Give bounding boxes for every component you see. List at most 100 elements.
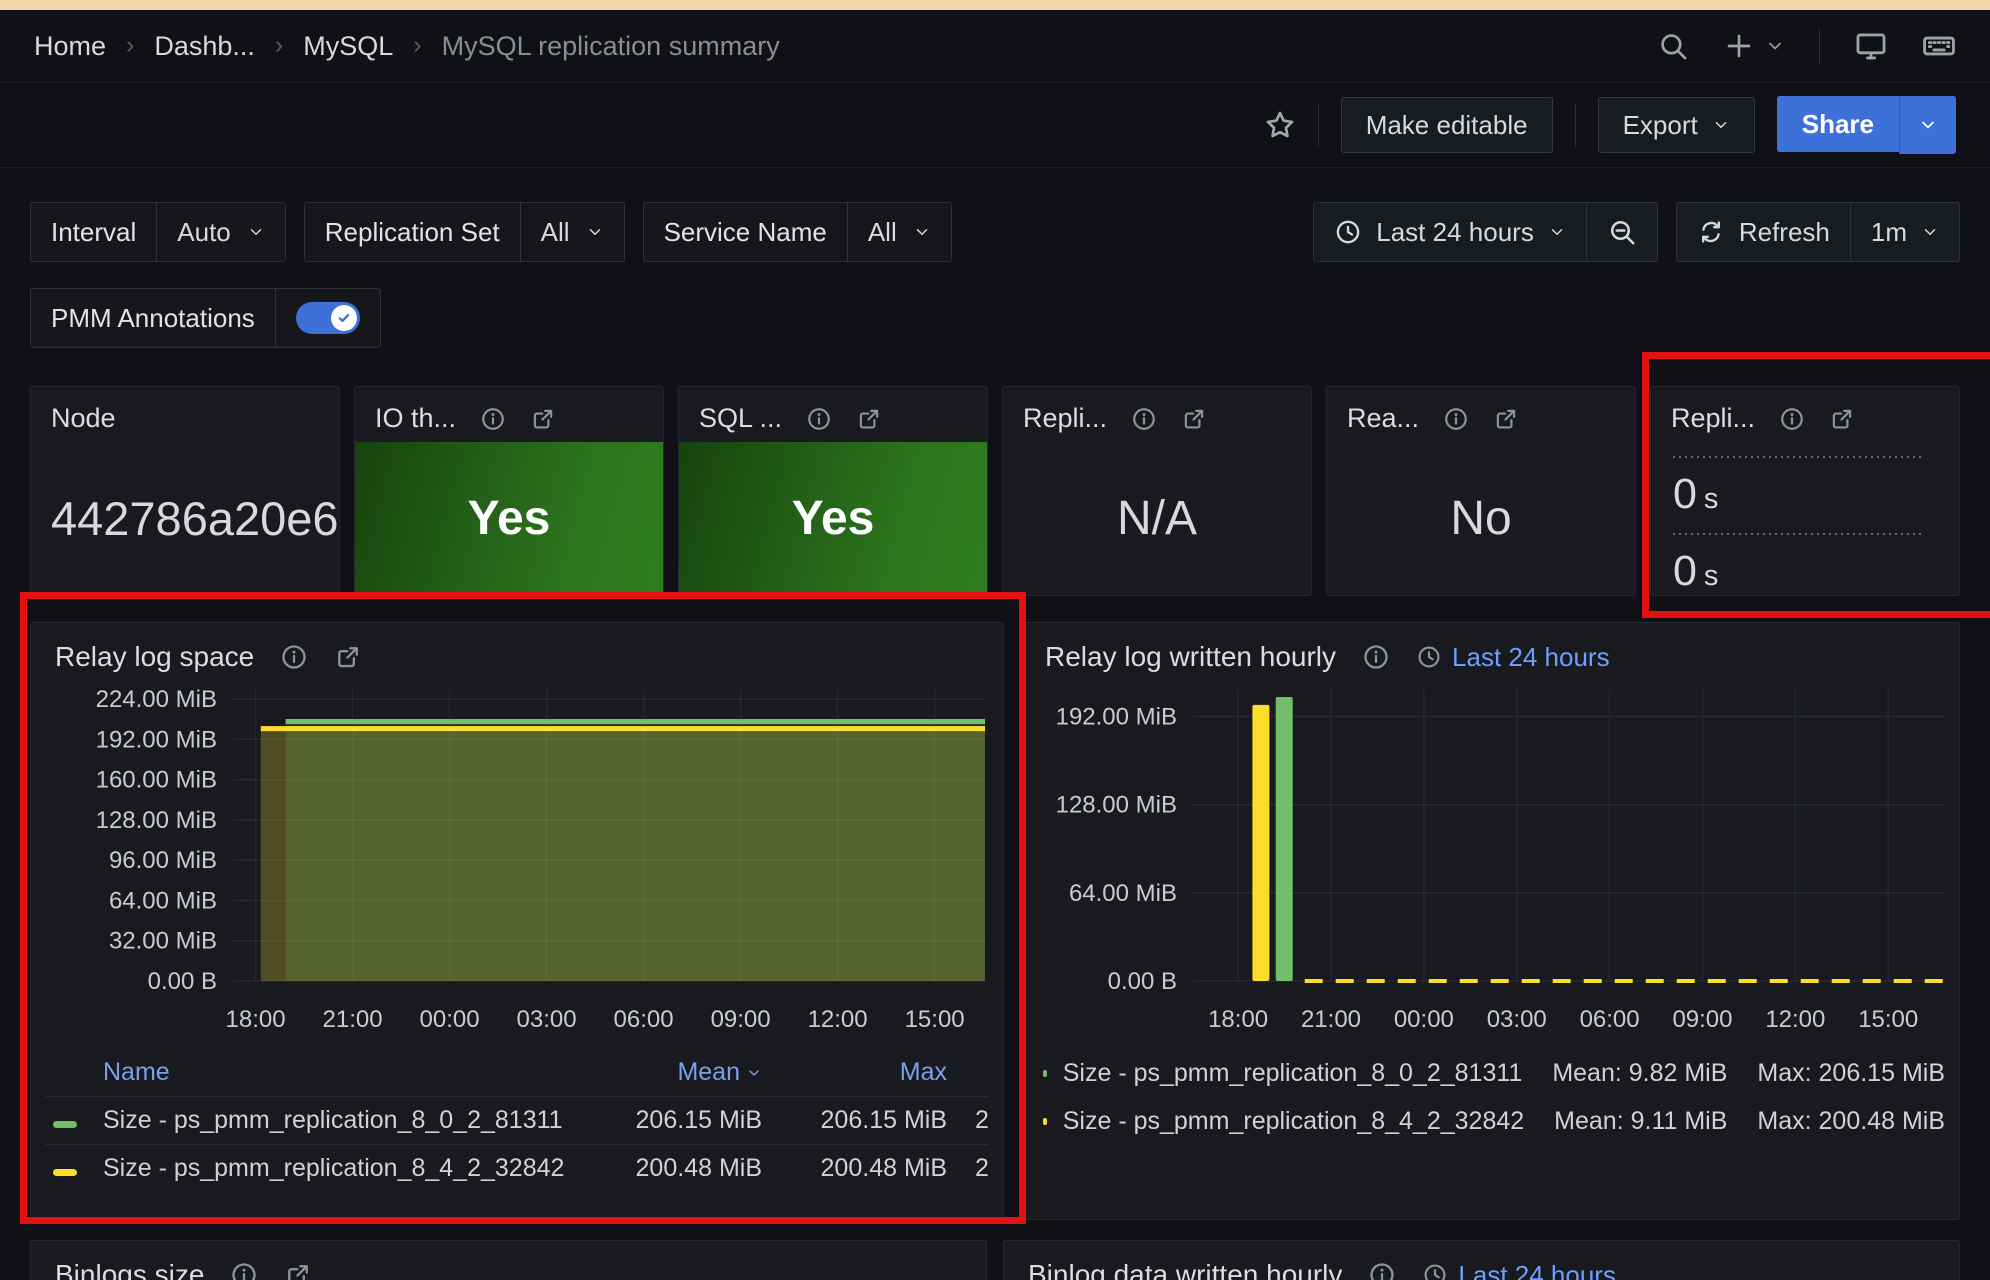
series-name[interactable]: Size - ps_pmm_replication_8_0_2_81311 xyxy=(1063,1059,1523,1088)
monitor-icon[interactable] xyxy=(1854,29,1888,63)
stat-panel-header: Node xyxy=(31,387,339,442)
info-icon[interactable] xyxy=(280,643,308,671)
series-max: Max: 206.15 MiB xyxy=(1757,1059,1945,1088)
external-link-icon[interactable] xyxy=(1493,406,1519,432)
info-icon[interactable] xyxy=(480,406,506,432)
stat-panel-header: SQL ... xyxy=(679,387,987,442)
stat-panel-1-io-th: IO th...Yes xyxy=(354,386,664,596)
breadcrumb-item-mysql[interactable]: MySQL xyxy=(303,31,393,62)
svg-text:128.00 MiB: 128.00 MiB xyxy=(96,807,217,834)
svg-text:96.00 MiB: 96.00 MiB xyxy=(109,847,217,874)
sparkline xyxy=(1673,456,1924,458)
stat-panel-body: Yes xyxy=(679,442,987,595)
variable-interval: IntervalAuto xyxy=(30,202,286,262)
info-icon[interactable] xyxy=(1779,406,1805,432)
time-range-group: Last 24 hours xyxy=(1313,202,1658,262)
stat-value: N/A xyxy=(1117,491,1197,546)
svg-text:06:00: 06:00 xyxy=(614,1006,674,1033)
external-link-icon[interactable] xyxy=(334,643,362,671)
series-max: 206.15 MiB xyxy=(762,1106,947,1135)
series-max: Max: 200.48 MiB xyxy=(1757,1107,1945,1136)
keyboard-icon[interactable] xyxy=(1922,29,1956,63)
info-icon[interactable] xyxy=(1368,1261,1396,1280)
panel-title: Binlog data written hourly xyxy=(1028,1259,1342,1280)
info-icon[interactable] xyxy=(230,1261,258,1280)
chevron-down-icon xyxy=(1765,36,1785,56)
plus-icon[interactable] xyxy=(1723,30,1755,62)
time-range-picker[interactable]: Last 24 hours xyxy=(1314,203,1586,261)
series-name[interactable]: Size - ps_pmm_replication_8_0_2_81311 xyxy=(103,1106,577,1135)
make-editable-button[interactable]: Make editable xyxy=(1341,97,1553,153)
variable-value-dropdown[interactable]: All xyxy=(847,203,951,261)
panel-title: Relay log written hourly xyxy=(1045,641,1336,673)
panel-time-range-link[interactable]: Last 24 hours xyxy=(1416,642,1610,673)
series-swatch[interactable] xyxy=(1043,1070,1047,1077)
info-icon[interactable] xyxy=(1362,643,1390,671)
toggle-switch[interactable] xyxy=(296,302,360,334)
stat-panel-2-sql: SQL ...Yes xyxy=(678,386,988,596)
external-link-icon[interactable] xyxy=(284,1261,312,1280)
svg-text:06:00: 06:00 xyxy=(1580,1006,1640,1033)
clock-icon xyxy=(1334,218,1362,246)
series-clipped-value: 20 xyxy=(947,1154,989,1183)
info-icon[interactable] xyxy=(1443,406,1469,432)
variable-service-name: Service NameAll xyxy=(643,202,952,262)
panel-binlog-data-written-hourly: Binlog data written hourly Last 24 hours xyxy=(1003,1240,1960,1280)
svg-text:09:00: 09:00 xyxy=(711,1006,771,1033)
series-name[interactable]: Size - ps_pmm_replication_8_4_2_32842 xyxy=(1063,1107,1524,1136)
refresh-button[interactable]: Refresh xyxy=(1677,203,1850,261)
sort-descending-icon xyxy=(746,1065,762,1081)
chevron-down-icon xyxy=(1548,223,1566,241)
refresh-icon xyxy=(1697,218,1725,246)
series-swatch[interactable] xyxy=(53,1121,77,1128)
share-menu-caret[interactable] xyxy=(1899,96,1956,154)
series-swatch[interactable] xyxy=(53,1169,77,1176)
legend-header-name[interactable]: Name xyxy=(103,1058,577,1087)
relay-log-space-legend: NameMeanMax Size - ps_pmm_replication_8_0… xyxy=(45,1049,989,1192)
search-icon[interactable] xyxy=(1657,30,1689,62)
share-button[interactable]: Share xyxy=(1777,96,1899,152)
info-icon[interactable] xyxy=(1131,406,1157,432)
variable-replication-set: Replication Set All xyxy=(304,202,625,262)
variable-label: Interval xyxy=(31,203,156,261)
variable-label: Replication Set xyxy=(305,203,520,261)
nav-actions xyxy=(1657,28,1956,64)
variable-value-dropdown[interactable]: Auto xyxy=(156,203,285,261)
share-label: Share xyxy=(1802,109,1874,140)
make-editable-label: Make editable xyxy=(1366,110,1528,141)
breadcrumb-item-home[interactable]: Home xyxy=(34,31,106,62)
top-nav-bar: Home›Dashb...›MySQL›MySQL replication su… xyxy=(0,10,1990,83)
star-icon[interactable] xyxy=(1264,109,1296,141)
add-menu[interactable] xyxy=(1723,30,1785,62)
series-mean: 200.48 MiB xyxy=(577,1154,762,1183)
legend-row: Size - ps_pmm_replication_8_4_2_32842200… xyxy=(45,1144,989,1192)
info-icon[interactable] xyxy=(806,406,832,432)
share-split-button: Share xyxy=(1777,96,1956,154)
stat-panel-title: Node xyxy=(51,403,116,434)
stat-panel-header: IO th... xyxy=(355,387,663,442)
time-controls: Last 24 hours Refresh 1m xyxy=(1313,202,1960,262)
breadcrumb-item-dashb[interactable]: Dashb... xyxy=(154,31,255,62)
external-link-icon[interactable] xyxy=(530,406,556,432)
series-swatch[interactable] xyxy=(1043,1118,1047,1125)
variable-value: All xyxy=(541,217,570,248)
stat-panel-5-repli: Repli...0s0s xyxy=(1650,386,1960,596)
variable-value-dropdown[interactable]: All xyxy=(520,203,624,261)
external-link-icon[interactable] xyxy=(856,406,882,432)
refresh-interval-select[interactable]: 1m xyxy=(1850,203,1959,261)
external-link-icon[interactable] xyxy=(1181,406,1207,432)
export-button[interactable]: Export xyxy=(1598,97,1755,153)
series-name[interactable]: Size - ps_pmm_replication_8_4_2_32842 xyxy=(103,1154,577,1183)
zoom-out-button[interactable] xyxy=(1586,203,1657,261)
legend-header-mean[interactable]: Mean xyxy=(577,1058,762,1087)
clock-icon xyxy=(1422,1262,1448,1280)
external-link-icon[interactable] xyxy=(1829,406,1855,432)
divider xyxy=(1318,103,1319,147)
legend-header-max[interactable]: Max xyxy=(762,1058,947,1087)
stats-row: Node442786a20e65IO th...YesSQL ...YesRep… xyxy=(30,386,1960,596)
pmm-annotations-toggle[interactable] xyxy=(275,289,380,347)
chevron-down-icon xyxy=(1712,116,1730,134)
stat-panel-header: Repli... xyxy=(1003,387,1311,442)
panel-time-range-link[interactable]: Last 24 hours xyxy=(1422,1260,1616,1280)
stat-panel-title: Rea... xyxy=(1347,403,1419,434)
